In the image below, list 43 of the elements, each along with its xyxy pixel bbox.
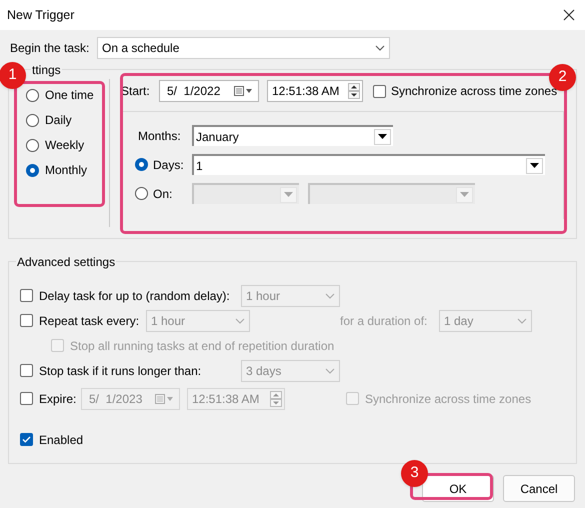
radio-button[interactable] <box>135 187 148 200</box>
checkbox-label: Enabled <box>39 432 84 448</box>
calendar-icon <box>155 394 175 404</box>
spinner-icon <box>270 390 282 406</box>
checkbox-label: Repeat task every: <box>39 312 140 330</box>
checkbox-label: Stop all running tasks at end of repetition duration <box>70 338 334 354</box>
days-dropdown[interactable]: 1 <box>192 154 545 175</box>
radio-button[interactable] <box>26 164 39 176</box>
chevron-down-icon <box>375 45 385 51</box>
chevron-down-icon <box>325 368 335 374</box>
radio-button[interactable] <box>26 138 39 152</box>
checkbox-label: Synchronize across time zones <box>365 390 532 408</box>
months-label: Months: <box>137 128 182 144</box>
chevron-down-icon <box>325 292 335 298</box>
date-field[interactable]: 5/ 1/2022 <box>159 80 259 102</box>
radio-button[interactable] <box>26 88 39 102</box>
begin-label: Begin the task: <box>10 40 90 57</box>
chevron-down-icon <box>517 318 527 324</box>
step-badge: 3 <box>401 460 428 487</box>
chevron-down-icon <box>235 318 245 324</box>
months-dropdown[interactable]: January <box>192 125 393 146</box>
step-badge: 1 <box>0 62 26 89</box>
cancel-button[interactable]: Cancel <box>503 475 575 502</box>
radio-label: Monthly <box>45 162 88 179</box>
radio-label: On: <box>152 186 174 202</box>
checkbox-label: Stop task if it runs longer than: <box>39 362 202 380</box>
checkbox-label: Expire: <box>39 390 78 408</box>
checkbox[interactable] <box>20 433 33 446</box>
begin-dropdown[interactable]: On a schedule <box>97 37 390 59</box>
calendar-icon <box>234 86 254 96</box>
radio-label: One time <box>45 87 94 104</box>
spinner-icon <box>348 83 360 99</box>
time-field[interactable]: 12:51:38 AM <box>267 80 363 102</box>
radio-button[interactable] <box>26 114 39 126</box>
window-title: New Trigger <box>7 6 74 24</box>
radio-label: Daily <box>45 112 72 129</box>
close-icon[interactable] <box>563 9 575 21</box>
checkbox[interactable] <box>373 84 386 98</box>
checkbox-label: Delay task for up to (random delay): <box>39 288 231 304</box>
radio-label: Weekly <box>45 137 84 154</box>
radio-label: Days: <box>152 156 185 174</box>
radio-button[interactable] <box>135 158 148 171</box>
duration-label: for a duration of: <box>340 312 428 330</box>
